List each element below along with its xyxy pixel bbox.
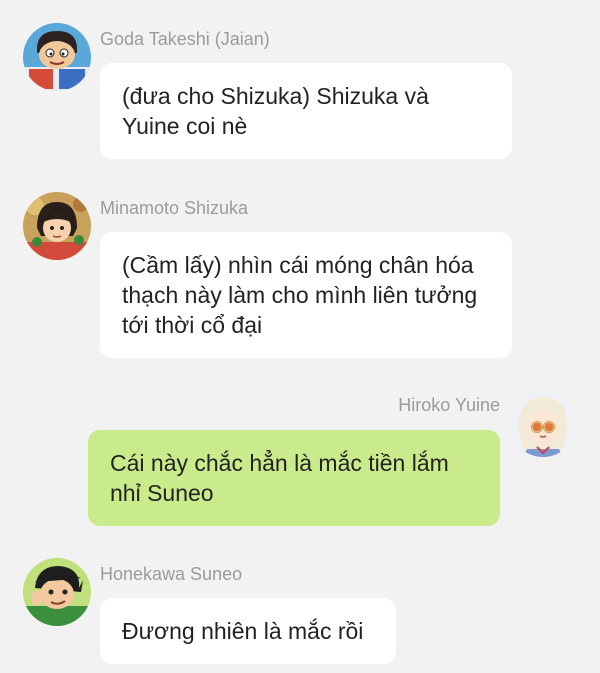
message-text: Đương nhiên là mắc rồi bbox=[122, 618, 364, 644]
sender-name: Goda Takeshi (Jaian) bbox=[100, 29, 270, 49]
message-text: (Cầm lấy) nhìn cái móng chân hóa thạch n… bbox=[122, 252, 478, 338]
jaian-avatar-icon[interactable] bbox=[23, 23, 91, 91]
message-text: (đưa cho Shizuka) Shizuka và Yuine coi n… bbox=[122, 83, 429, 139]
message-bubble[interactable]: (đưa cho Shizuka) Shizuka và Yuine coi n… bbox=[100, 63, 512, 159]
sender-name: Honekawa Suneo bbox=[100, 564, 243, 584]
message-bubble[interactable]: Cái này chắc hẳn là mắc tiền lắm nhỉ Sun… bbox=[88, 430, 500, 526]
shizuka-avatar-icon[interactable] bbox=[23, 192, 91, 260]
suneo-avatar-icon[interactable] bbox=[23, 558, 91, 626]
chat-thread: Goda Takeshi (Jaian) (đưa cho Shizuka) S… bbox=[0, 0, 600, 673]
message-text: Cái này chắc hẳn là mắc tiền lắm nhỉ Sun… bbox=[110, 450, 449, 506]
sender-name: Minamoto Shizuka bbox=[100, 198, 249, 218]
message-bubble[interactable]: Đương nhiên là mắc rồi bbox=[100, 598, 396, 664]
yuine-avatar-icon[interactable] bbox=[509, 389, 577, 457]
message-bubble[interactable]: (Cầm lấy) nhìn cái móng chân hóa thạch n… bbox=[100, 232, 512, 358]
sender-name: Hiroko Yuine bbox=[398, 395, 500, 415]
